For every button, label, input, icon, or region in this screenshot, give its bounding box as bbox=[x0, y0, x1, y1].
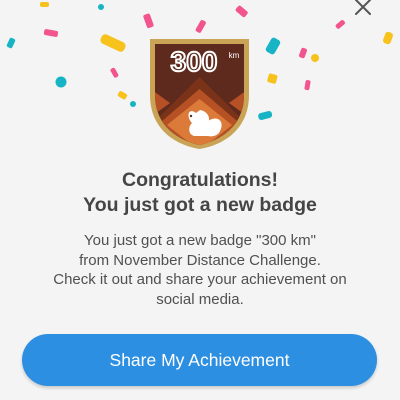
dialog-title: Congratulations! You just got a new badg… bbox=[0, 168, 400, 218]
title-line-1: Congratulations! bbox=[122, 169, 278, 191]
share-achievement-button[interactable]: Share My Achievement bbox=[22, 334, 377, 386]
dialog-message: You just got a new badge "300 km" from N… bbox=[53, 232, 347, 308]
title-line-2: You just got a new badge bbox=[83, 194, 317, 216]
badge-300-km: 300 km bbox=[150, 39, 249, 149]
badge-unit: km bbox=[229, 51, 240, 60]
badge-value: 300 bbox=[171, 46, 218, 77]
